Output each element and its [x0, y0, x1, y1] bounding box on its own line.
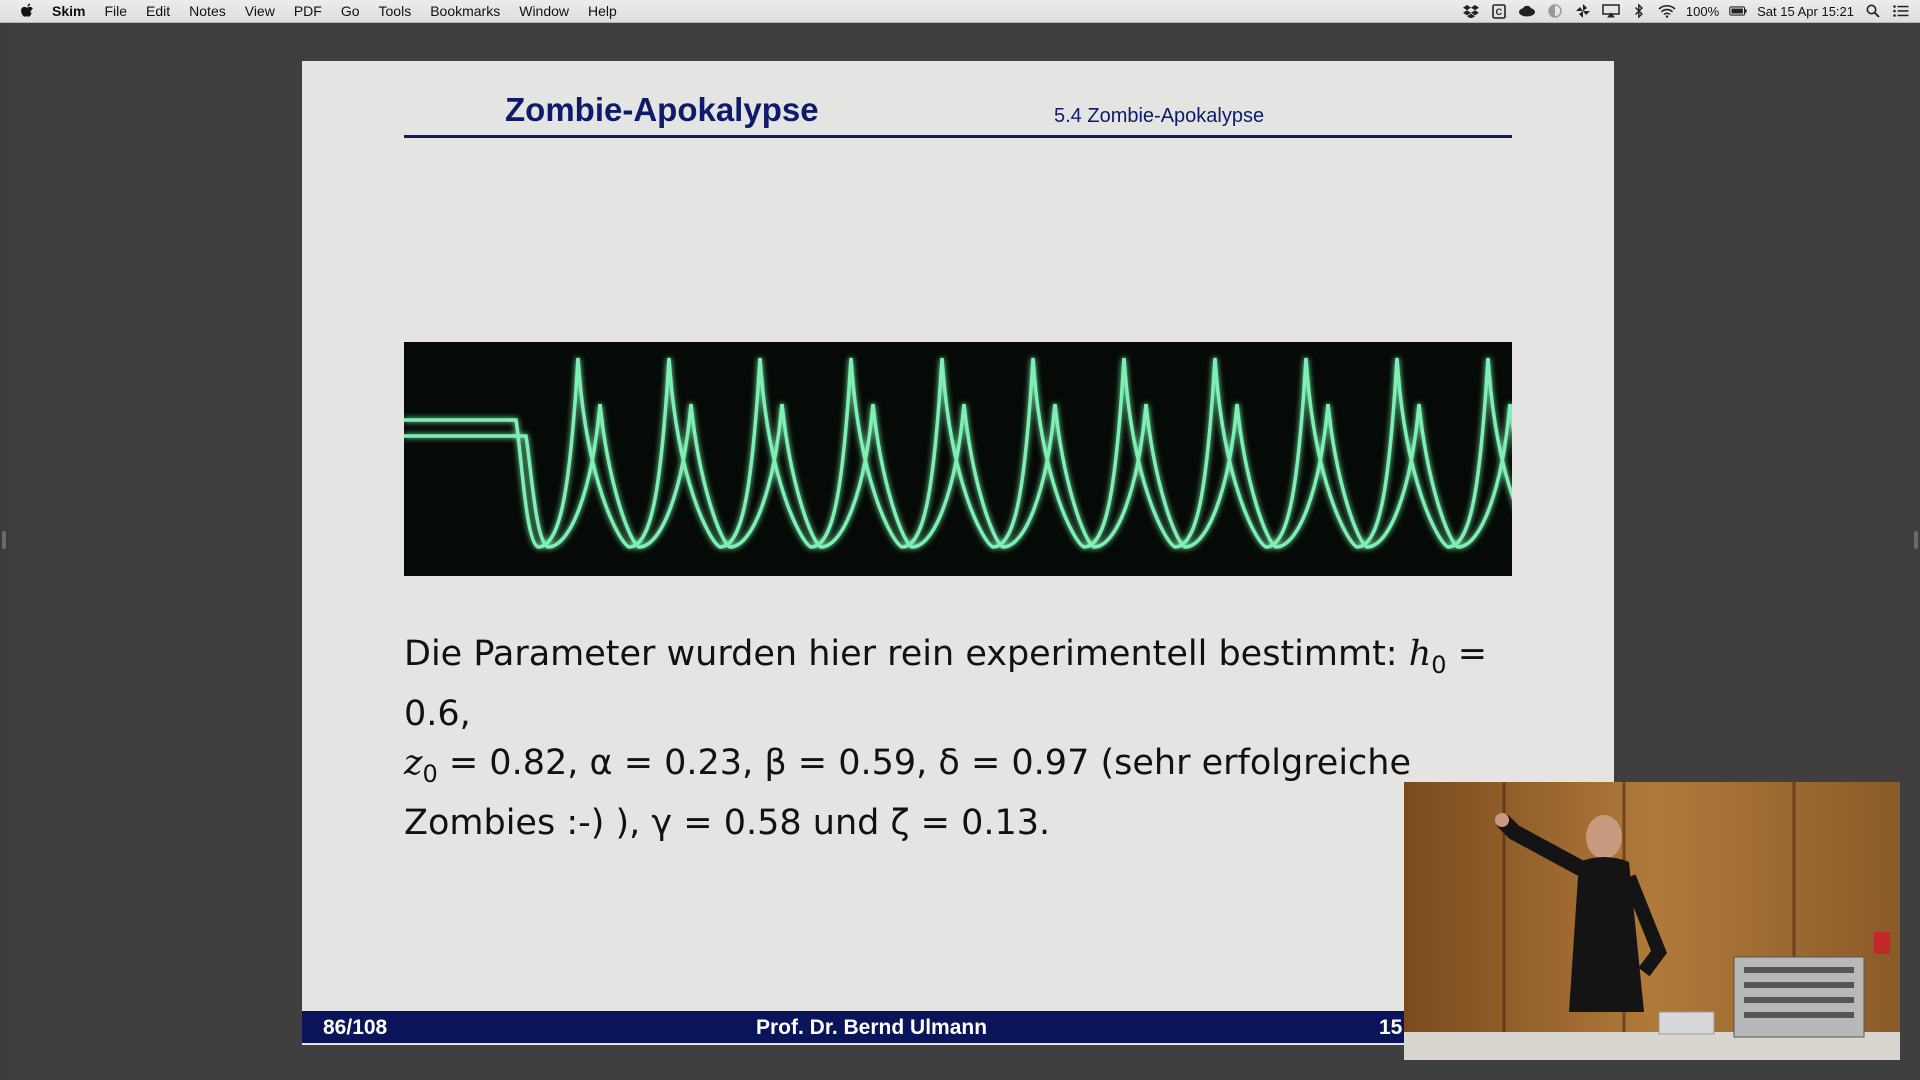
body-line-3: Zombies :-) ), γ = 0.58 und ζ = 0.13. — [404, 803, 1051, 843]
airplay-icon[interactable] — [1602, 3, 1620, 19]
oscilloscope-image — [404, 342, 1512, 576]
moon-icon[interactable] — [1546, 3, 1564, 19]
dropbox-icon[interactable] — [1462, 3, 1480, 19]
right-resize-handle[interactable] — [1914, 531, 1918, 549]
h0-subscript: 0 — [1431, 651, 1447, 679]
parameter-text: Die Parameter wurden hier rein experimen… — [404, 630, 1534, 848]
menu-window[interactable]: Window — [519, 3, 569, 19]
pinwheel-icon[interactable] — [1574, 3, 1592, 19]
menu-file[interactable]: File — [104, 3, 127, 19]
menu-view[interactable]: View — [245, 3, 275, 19]
menu-help[interactable]: Help — [588, 3, 617, 19]
battery-icon[interactable] — [1729, 3, 1747, 19]
cloud-icon[interactable] — [1518, 3, 1536, 19]
notification-list-icon[interactable] — [1892, 3, 1910, 19]
bluetooth-icon[interactable] — [1630, 3, 1648, 19]
z0-symbol: z — [404, 743, 423, 783]
body-line-1: Die Parameter wurden hier rein experimen… — [404, 634, 1409, 674]
apple-logo-icon[interactable] — [18, 2, 36, 20]
status-area: C 100% Sat 15 Apr 15:21 — [1452, 0, 1910, 22]
z0-subscript: 0 — [422, 760, 438, 788]
menu-bar: Skim File Edit Notes View PDF Go Tools B… — [0, 0, 1920, 23]
spotlight-search-icon[interactable] — [1864, 3, 1882, 19]
clock[interactable]: Sat 15 Apr 15:21 — [1757, 4, 1854, 19]
author-name: Prof. Dr. Bernd Ulmann — [756, 1016, 988, 1039]
presenter-video[interactable] — [1404, 782, 1900, 1060]
title-rule — [404, 135, 1512, 138]
menu-go[interactable]: Go — [341, 3, 360, 19]
menu-pdf[interactable]: PDF — [294, 3, 322, 19]
page-indicator: 86/108 — [323, 1016, 388, 1039]
scope-trace — [404, 403, 1512, 549]
clipboard-icon[interactable]: C — [1490, 3, 1508, 19]
section-title: 5.4 Zombie-Apokalypse — [1054, 105, 1265, 127]
menu-edit[interactable]: Edit — [146, 3, 170, 19]
menu-skim[interactable]: Skim — [52, 3, 85, 19]
wifi-icon[interactable] — [1658, 3, 1676, 19]
menu-tools[interactable]: Tools — [379, 3, 412, 19]
svg-text:C: C — [1495, 7, 1502, 17]
footer-number: 15 — [1379, 1016, 1403, 1039]
left-resize-handle[interactable] — [2, 531, 6, 549]
h0-symbol: h — [1408, 634, 1432, 674]
slide-title: Zombie-Apokalypse — [505, 91, 819, 128]
menu-bookmarks[interactable]: Bookmarks — [430, 3, 500, 19]
battery-percent: 100% — [1685, 3, 1720, 19]
body-line-2: = 0.82, α = 0.23, β = 0.59, δ = 0.97 (se… — [437, 743, 1412, 783]
menu-notes[interactable]: Notes — [189, 3, 226, 19]
